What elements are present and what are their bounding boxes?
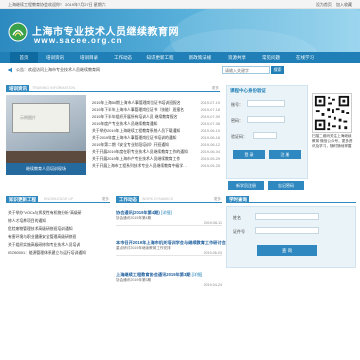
footer-area xyxy=(0,310,360,360)
training-photo[interactable]: 示例图片 继续教育人员培训现场 xyxy=(6,95,86,175)
add-favorite-link[interactable]: 加入收藏 xyxy=(336,2,352,7)
photo-screen-text: 示例图片 xyxy=(20,115,36,120)
welcome-text: 上海继续工程教育协会欢迎你！ 2019年7月27日 星期六 xyxy=(8,2,106,7)
news-item[interactable]: 本市召开2019年上海市机关培训学会与继续教育工作研讨会 重点研讨2019年继续… xyxy=(116,240,226,256)
login-panel: 课程中心身份验证 账号： 密码： 验证码： 登 录 注 册 xyxy=(226,85,308,179)
list-item[interactable]: ISO50001：能源管理体系建立与运行培训通知 xyxy=(8,250,110,256)
query-title: 学时查询 xyxy=(226,196,249,203)
new-student-register-button[interactable]: 新学员注册 xyxy=(228,181,264,190)
search-input[interactable] xyxy=(222,66,270,74)
nav-item-training-catalog[interactable]: 培训目录 xyxy=(72,52,106,63)
list-item[interactable]: 关于2019年度上海市人事管理岗位证书培训的通知 2019-06-18 xyxy=(92,135,220,141)
list-item[interactable]: 2019年上海50期上海市人事管理岗位证书培训班报名 2019-07-19 xyxy=(92,100,220,106)
news-headline[interactable]: 协会通讯(2019年第4期) xyxy=(116,210,160,215)
notice-text[interactable]: 公告：欢迎访问上海市专业技术人员继续教育网 xyxy=(16,67,100,73)
list-item[interactable]: 关于开展上海市工程系列技术专业人员继续教育中级学… 2019-05-25 xyxy=(92,163,220,169)
training-section-header: 培训资讯 TRAINING INFORMATION 更多 xyxy=(6,85,220,92)
top-links: 设为首页 加入收藏 xyxy=(313,2,352,8)
set-homepage-link[interactable]: 设为首页 xyxy=(316,2,332,7)
news-item[interactable]: 上海继续工程教育协会通讯2019年第3期 [详细] 协会通讯2019年第3期 2… xyxy=(116,272,222,287)
work-title-en: WORK DYNAMICS xyxy=(142,197,174,201)
forgot-password-button[interactable]: 忘记密码 xyxy=(268,181,304,190)
list-item[interactable]: 危险废物管理技术高级研修班培训通知 xyxy=(8,226,110,232)
query-name-field[interactable] xyxy=(255,213,319,220)
news-detail-link[interactable]: [详细] xyxy=(161,210,172,215)
nav-item-online-learning[interactable]: 在线学习 xyxy=(288,52,322,63)
register-button[interactable]: 注 册 xyxy=(269,150,301,159)
news-headline[interactable]: 上海继续工程教育协会通讯2019年第3期 xyxy=(116,272,190,277)
training-list: 2019年上海50期上海市人事管理岗位证书培训班报名 2019-07-19 201… xyxy=(92,100,220,176)
list-item[interactable]: 有害环境与职业健康安全管理高级研修班 xyxy=(8,234,110,240)
nav-item-work-news[interactable]: 工作动态 xyxy=(106,52,140,63)
password-label: 密码： xyxy=(231,118,243,123)
news-detail-link[interactable]: [详细] xyxy=(192,272,203,277)
speaker-icon xyxy=(8,67,12,73)
query-id-label: 证件号 xyxy=(233,229,245,234)
knowledge-title-en: KNOWLEDGE UP xyxy=(44,197,74,201)
list-item[interactable]: 关于开展2019年度在职专业技术人员继续教育工作的通知 2019-06-04 xyxy=(92,149,220,155)
list-item[interactable]: 关于举办"VOCs与挥发性有机物分析"高级研 xyxy=(8,210,110,216)
login-title: 课程中心身份验证 xyxy=(230,88,266,93)
site-header: 上海市专业技术人员继续教育网 www.sacee.org.cn xyxy=(0,9,360,52)
knowledge-section-header: 知识更新工程 KNOWLEDGE UP 更多 xyxy=(6,196,110,203)
work-title: 工作动态 xyxy=(116,196,139,203)
news-item[interactable]: 协会通讯(2019年第4期) [详细] 协会通讯2019年第4期 2019-06… xyxy=(116,210,222,226)
knowledge-list: 关于举办"VOCs与挥发性有机物分析"高级研 修人才培养项目的通知 危险废物管理… xyxy=(8,210,110,260)
nav-item-knowledge[interactable]: 知识更新工程 xyxy=(140,52,180,63)
photo-caption: 继续教育人员培训现场 xyxy=(6,163,86,175)
list-item[interactable]: 关于举办2019年上海继续工程教育系统人员下载通知 2019-06-19 xyxy=(92,128,220,134)
work-more-link[interactable]: 更多 xyxy=(214,197,221,202)
notice-row: 公告：欢迎访问上海市专业技术人员继续教育网 xyxy=(0,63,360,77)
news-headline[interactable]: 本市召开2019年上海市机关培训学会与继续教育工作研讨会 xyxy=(116,240,226,245)
account-field[interactable] xyxy=(247,100,285,107)
nav-item-home[interactable]: 首页 xyxy=(10,52,38,63)
query-section-header: 学时查询 xyxy=(226,196,356,203)
login-button[interactable]: 登 录 xyxy=(233,150,265,159)
list-item[interactable]: 修人才培养项目的通知 xyxy=(8,218,110,224)
news-divider xyxy=(116,255,222,256)
work-section-header: 工作动态 WORK DYNAMICS 更多 xyxy=(116,196,222,203)
knowledge-title: 知识更新工程 xyxy=(6,196,38,203)
query-name-label: 姓名 xyxy=(233,215,241,220)
code-field[interactable] xyxy=(253,132,277,139)
list-item[interactable]: 关于开展2019年上海市产专业技术人员继续教育工作 2019-05-29 xyxy=(92,156,220,162)
training-title-en: TRAINING INFORMATION xyxy=(32,86,76,90)
query-id-field[interactable] xyxy=(255,227,319,234)
site-url: www.sacee.org.cn xyxy=(34,36,123,45)
qr-caption: 扫描二维码关注上海继续教育 微信公众号，更多资讯及学习，随时随地掌握 xyxy=(312,134,353,148)
knowledge-more-link[interactable]: 更多 xyxy=(102,197,109,202)
nav-item-training-news[interactable]: 培训资讯 xyxy=(38,52,72,63)
code-label: 验证码： xyxy=(231,134,247,139)
password-field[interactable] xyxy=(247,116,285,123)
qr-code-icon xyxy=(312,93,352,133)
list-item[interactable]: 2019年下半年组织开展所有培训人员 继续教育报名 2019-07-09 xyxy=(92,114,220,120)
list-item[interactable]: 关于组织实施高级研修和专业技术人员培训 xyxy=(8,242,110,248)
nav-item-policy[interactable]: 新政策法规 xyxy=(180,52,220,63)
top-bar: 上海继续工程教育协会欢迎你！ 2019年7月27日 星期六 设为首页 加入收藏 xyxy=(0,0,360,9)
training-more-link[interactable]: 更多 xyxy=(212,86,219,91)
site-logo-icon[interactable] xyxy=(8,22,28,42)
search-button[interactable]: 搜索 xyxy=(271,66,284,74)
list-item[interactable]: 2019年度产专业技术人员继续教育通知 2019-07-08 xyxy=(92,121,220,127)
list-item[interactable]: 2019年下半年上海市人事管理岗位证书（技能）班报名 2019-07-18 xyxy=(92,107,220,113)
main-nav: 首页 培训资讯 培训目录 工作动态 知识更新工程 新政策法规 资源共享 常见问题… xyxy=(0,52,360,63)
list-item[interactable]: 2019年第二期《安全专业阶段培训》开班通知 2019-06-12 xyxy=(92,142,220,148)
training-title: 培训资讯 xyxy=(6,85,29,92)
news-date: 2019-04-24 xyxy=(203,283,222,287)
nav-item-resources[interactable]: 资源共享 xyxy=(220,52,254,63)
news-divider xyxy=(116,225,222,226)
nav-item-faq[interactable]: 常见问题 xyxy=(254,52,288,63)
query-panel: 姓名 证件号 查 询 xyxy=(226,206,356,268)
account-label: 账号： xyxy=(231,102,243,107)
query-button[interactable]: 查 询 xyxy=(257,245,317,256)
